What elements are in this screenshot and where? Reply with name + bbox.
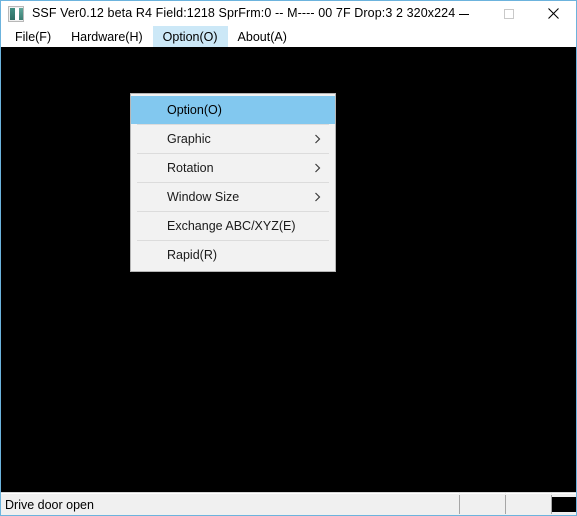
- menu-item-rotation-label: Rotation: [167, 161, 214, 175]
- menubar-item-file-label: File(F): [15, 29, 52, 44]
- status-bar: Drive door open: [1, 492, 576, 515]
- status-message: Drive door open: [5, 497, 94, 512]
- window-title: SSF Ver0.12 beta R4 Field:1218 SprFrm:0 …: [32, 6, 456, 20]
- chevron-right-icon: [314, 163, 321, 174]
- application-window: SSF Ver0.12 beta R4 Field:1218 SprFrm:0 …: [0, 0, 577, 516]
- menu-item-window-size[interactable]: Window Size: [131, 183, 335, 211]
- emulator-video-area[interactable]: Option(O) Graphic Rotation Window Size E…: [1, 47, 576, 492]
- status-message-pane: Drive door open: [1, 493, 459, 515]
- menu-item-exchange-abc-xyz-label: Exchange ABC/XYZ(E): [167, 219, 296, 233]
- chevron-right-icon: [314, 134, 321, 145]
- menu-item-exchange-abc-xyz[interactable]: Exchange ABC/XYZ(E): [131, 212, 335, 240]
- chevron-right-icon: [314, 192, 321, 203]
- menu-item-rotation[interactable]: Rotation: [131, 154, 335, 182]
- menubar-item-hardware[interactable]: Hardware(H): [61, 26, 153, 47]
- menubar-item-about[interactable]: About(A): [228, 26, 297, 47]
- close-button[interactable]: [531, 1, 576, 26]
- option-dropdown-menu: Option(O) Graphic Rotation Window Size E…: [130, 93, 336, 272]
- menubar-item-option[interactable]: Option(O): [152, 26, 228, 47]
- status-indicator-swatch: [552, 497, 576, 512]
- menubar-item-hardware-label: Hardware(H): [71, 29, 143, 44]
- menu-item-window-size-label: Window Size: [167, 190, 240, 204]
- title-bar[interactable]: SSF Ver0.12 beta R4 Field:1218 SprFrm:0 …: [1, 1, 576, 26]
- menubar-item-about-label: About(A): [237, 29, 287, 44]
- ssf-app-icon[interactable]: [8, 5, 24, 22]
- menubar-item-option-label: Option(O): [162, 29, 218, 44]
- status-pane-3: [506, 493, 551, 515]
- menu-item-option-label: Option(O): [167, 103, 222, 117]
- app-icon-right-bar: [19, 7, 23, 20]
- menu-item-graphic[interactable]: Graphic: [131, 125, 335, 153]
- menu-item-rapid[interactable]: Rapid(R): [131, 241, 335, 269]
- menubar-item-file[interactable]: File(F): [5, 26, 61, 47]
- status-pane-2: [460, 493, 505, 515]
- menu-item-rapid-label: Rapid(R): [167, 248, 218, 262]
- menu-item-graphic-label: Graphic: [167, 132, 211, 146]
- menu-item-option[interactable]: Option(O): [131, 96, 335, 124]
- menu-bar: File(F) Hardware(H) Option(O) About(A): [1, 26, 576, 47]
- minimize-button[interactable]: [441, 1, 486, 26]
- maximize-button[interactable]: [486, 1, 531, 26]
- status-indicator-pane: [552, 493, 576, 515]
- window-controls: [441, 1, 576, 26]
